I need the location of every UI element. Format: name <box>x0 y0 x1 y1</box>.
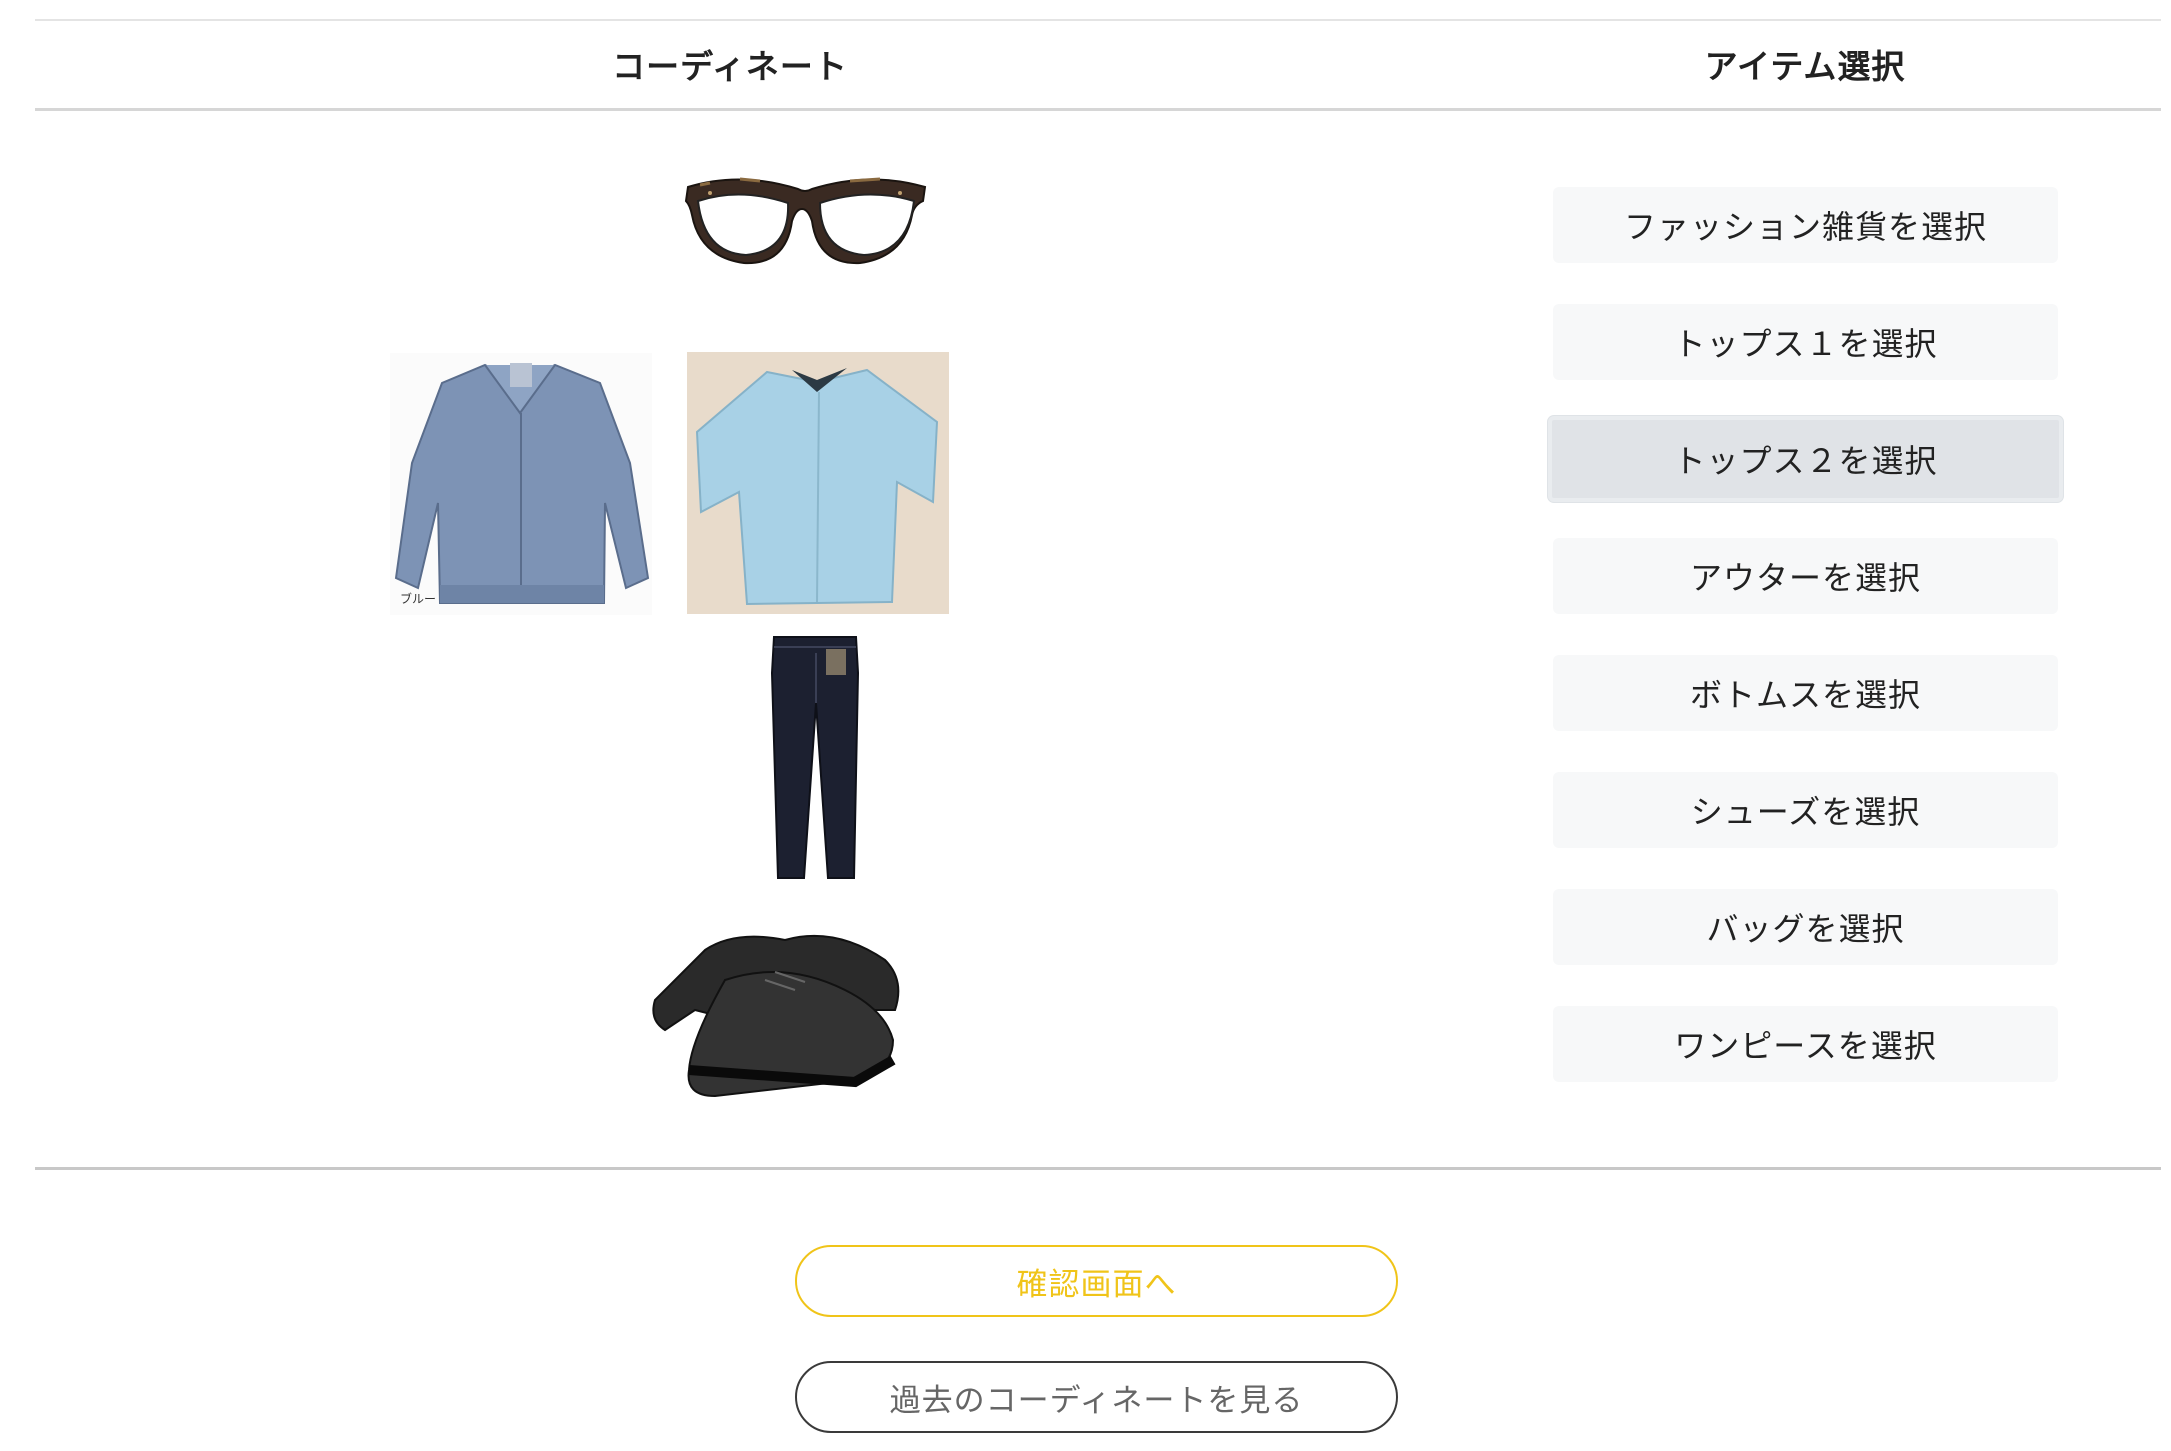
select-onepiece-button[interactable]: ワンピースを選択 <box>1553 1006 2058 1082</box>
jacket-illustration <box>394 363 650 604</box>
shirt-illustration <box>695 368 939 606</box>
select-bag-button[interactable]: バッグを選択 <box>1553 889 2058 965</box>
past-coordinates-button[interactable]: 過去のコーディネートを見る <box>795 1361 1398 1433</box>
glasses-image[interactable] <box>680 165 930 280</box>
select-shoes-button[interactable]: シューズを選択 <box>1553 772 2058 848</box>
coordinate-column-title: コーディネート <box>612 47 848 86</box>
jeans-image[interactable] <box>770 633 860 883</box>
header-divider <box>35 108 2161 111</box>
footer-divider <box>35 1167 2161 1170</box>
jacket-color-caption: ブルー <box>400 592 437 606</box>
select-tops2-button[interactable]: トップス２を選択 <box>1548 416 2063 502</box>
select-outer-button[interactable]: アウターを選択 <box>1553 538 2058 614</box>
top-divider <box>35 19 2161 21</box>
select-bottoms-button[interactable]: ボトムスを選択 <box>1553 655 2058 731</box>
jacket-image[interactable]: ブルー <box>390 353 652 615</box>
shoes-image[interactable] <box>645 920 915 1110</box>
select-tops1-button[interactable]: トップス１を選択 <box>1553 304 2058 380</box>
confirm-button[interactable]: 確認画面へ <box>795 1245 1398 1317</box>
shirt-image[interactable] <box>687 352 949 614</box>
select-fashion-goods-button[interactable]: ファッション雑貨を選択 <box>1553 187 2058 263</box>
item-select-column-title: アイテム選択 <box>1704 47 1906 86</box>
